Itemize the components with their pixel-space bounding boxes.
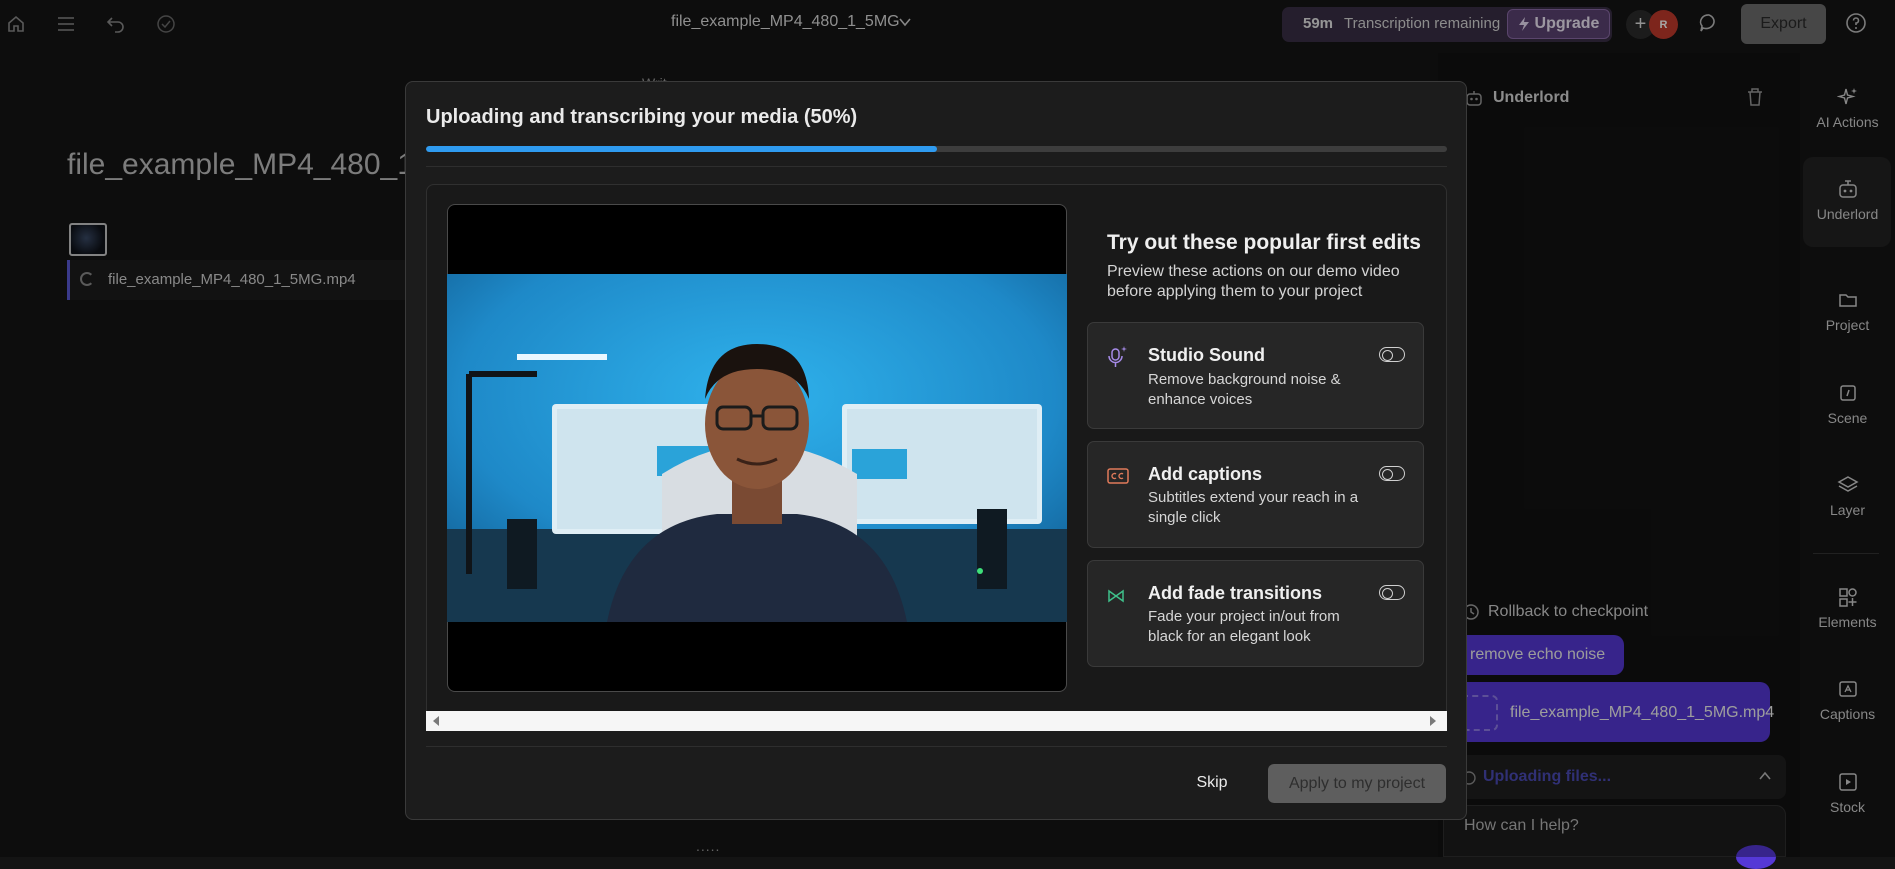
studio-sound-desc: Remove background noise & enhance voices — [1148, 371, 1341, 408]
modal-title: Uploading and transcribing your media (5… — [426, 106, 858, 128]
rail-label: Captions — [1819, 706, 1876, 722]
rail-label: Stock — [1829, 799, 1865, 815]
scene-icon — [1837, 382, 1859, 404]
upload-progress-fill — [426, 146, 937, 152]
assistant-title: Underlord — [1493, 89, 1570, 106]
comment-icon[interactable] — [1698, 12, 1720, 34]
rail-item-scene[interactable]: Scene — [1800, 382, 1895, 426]
edits-subheading: Preview these actions on our demo video … — [1107, 263, 1400, 300]
help-icon[interactable] — [1845, 12, 1867, 34]
studio-sound-toggle[interactable] — [1379, 347, 1405, 362]
lightning-icon — [1518, 16, 1530, 32]
rail-item-layer[interactable]: Layer — [1800, 474, 1895, 518]
cc-icon — [1107, 467, 1129, 485]
transcription-remaining-label: Transcription remaining — [1344, 15, 1501, 32]
rail-item-project[interactable]: Project — [1800, 289, 1895, 333]
menu-icon[interactable] — [54, 12, 78, 36]
upgrade-label: Upgrade — [1534, 15, 1600, 32]
rail-item-ai-actions[interactable]: AI Actions — [1800, 86, 1895, 130]
undo-icon[interactable] — [104, 12, 128, 36]
robot-icon — [1464, 88, 1484, 108]
transcription-minutes: 59m — [1303, 15, 1334, 32]
rail-label: Project — [1825, 317, 1870, 333]
add-captions-title: Add captions — [1148, 464, 1263, 484]
add-captions-desc: Subtitles extend your reach in a single … — [1148, 489, 1359, 526]
rail-item-stock[interactable]: Stock — [1800, 771, 1895, 815]
sparkles-icon — [1836, 86, 1859, 108]
layers-icon — [1836, 474, 1859, 496]
document-title[interactable]: file_example_MP4_480_1_5MG — [671, 13, 900, 31]
rollback-checkpoint-link[interactable]: Rollback to checkpoint — [1488, 603, 1648, 621]
divider — [426, 746, 1447, 747]
send-button[interactable] — [1736, 845, 1776, 869]
rail-label: AI Actions — [1816, 114, 1879, 130]
saved-check-icon — [154, 12, 178, 36]
upload-progress-bar — [426, 146, 1447, 152]
demo-video-frame — [447, 274, 1067, 622]
studio-sound-title: Studio Sound — [1148, 345, 1265, 365]
elements-icon — [1837, 586, 1859, 608]
chat-message-pill: remove echo noise — [1462, 635, 1624, 675]
home-icon[interactable] — [4, 12, 28, 36]
rail-label: Layer — [1829, 502, 1866, 518]
rail-item-underlord[interactable]: Underlord — [1800, 178, 1895, 222]
attached-file-name: file_example_MP4_480_1_5MG.mp4 — [1510, 704, 1775, 721]
top-bar: file_example_MP4_480_1_5MG 59m Transcrip… — [0, 0, 1895, 50]
apply-to-project-button[interactable]: Apply to my project — [1268, 764, 1446, 803]
skip-button[interactable]: Skip — [1190, 765, 1234, 801]
trash-icon[interactable] — [1746, 87, 1764, 107]
fade-transitions-desc: Fade your project in/out from black for … — [1148, 608, 1340, 645]
rail-item-captions[interactable]: Captions — [1800, 678, 1895, 722]
chevron-down-icon[interactable] — [898, 15, 912, 29]
rail-label: Underlord — [1816, 206, 1879, 222]
rail-label: Scene — [1827, 410, 1868, 426]
captions-icon — [1837, 678, 1859, 700]
chevron-up-icon[interactable] — [1758, 769, 1772, 783]
editor-document-title[interactable]: file_example_MP4_480_1_5 — [67, 148, 447, 182]
assistant-input-placeholder: How can I help? — [1464, 817, 1579, 834]
rail-label: Elements — [1818, 614, 1877, 630]
horizontal-scrollbar[interactable] — [426, 711, 1447, 731]
loading-spinner-icon — [80, 272, 94, 286]
avatar[interactable]: R — [1649, 10, 1678, 39]
mic-sparkle-icon — [1107, 345, 1129, 369]
file-row-label: file_example_MP4_480_1_5MG.mp4 — [108, 271, 356, 288]
add-captions-toggle[interactable] — [1379, 466, 1405, 481]
resize-handle[interactable]: ..... — [696, 838, 720, 854]
robot-icon — [1837, 178, 1859, 200]
scroll-left-icon[interactable] — [431, 715, 441, 727]
upgrade-button[interactable]: Upgrade — [1507, 9, 1610, 39]
fade-icon — [1107, 589, 1125, 603]
stock-icon — [1837, 771, 1859, 793]
export-button[interactable]: Export — [1741, 4, 1826, 44]
media-thumbnail[interactable] — [69, 223, 107, 256]
folder-icon — [1837, 289, 1859, 311]
fade-transitions-toggle[interactable] — [1379, 585, 1405, 600]
fade-transitions-title: Add fade transitions — [1148, 583, 1323, 603]
rail-divider — [1813, 553, 1879, 554]
rail-item-elements[interactable]: Elements — [1800, 586, 1895, 630]
file-placeholder-icon — [1462, 695, 1498, 731]
divider — [426, 166, 1447, 167]
edits-heading: Try out these popular first edits — [1107, 231, 1421, 254]
upload-status-label: Uploading files... — [1483, 768, 1612, 785]
scroll-right-icon[interactable] — [1428, 715, 1438, 727]
